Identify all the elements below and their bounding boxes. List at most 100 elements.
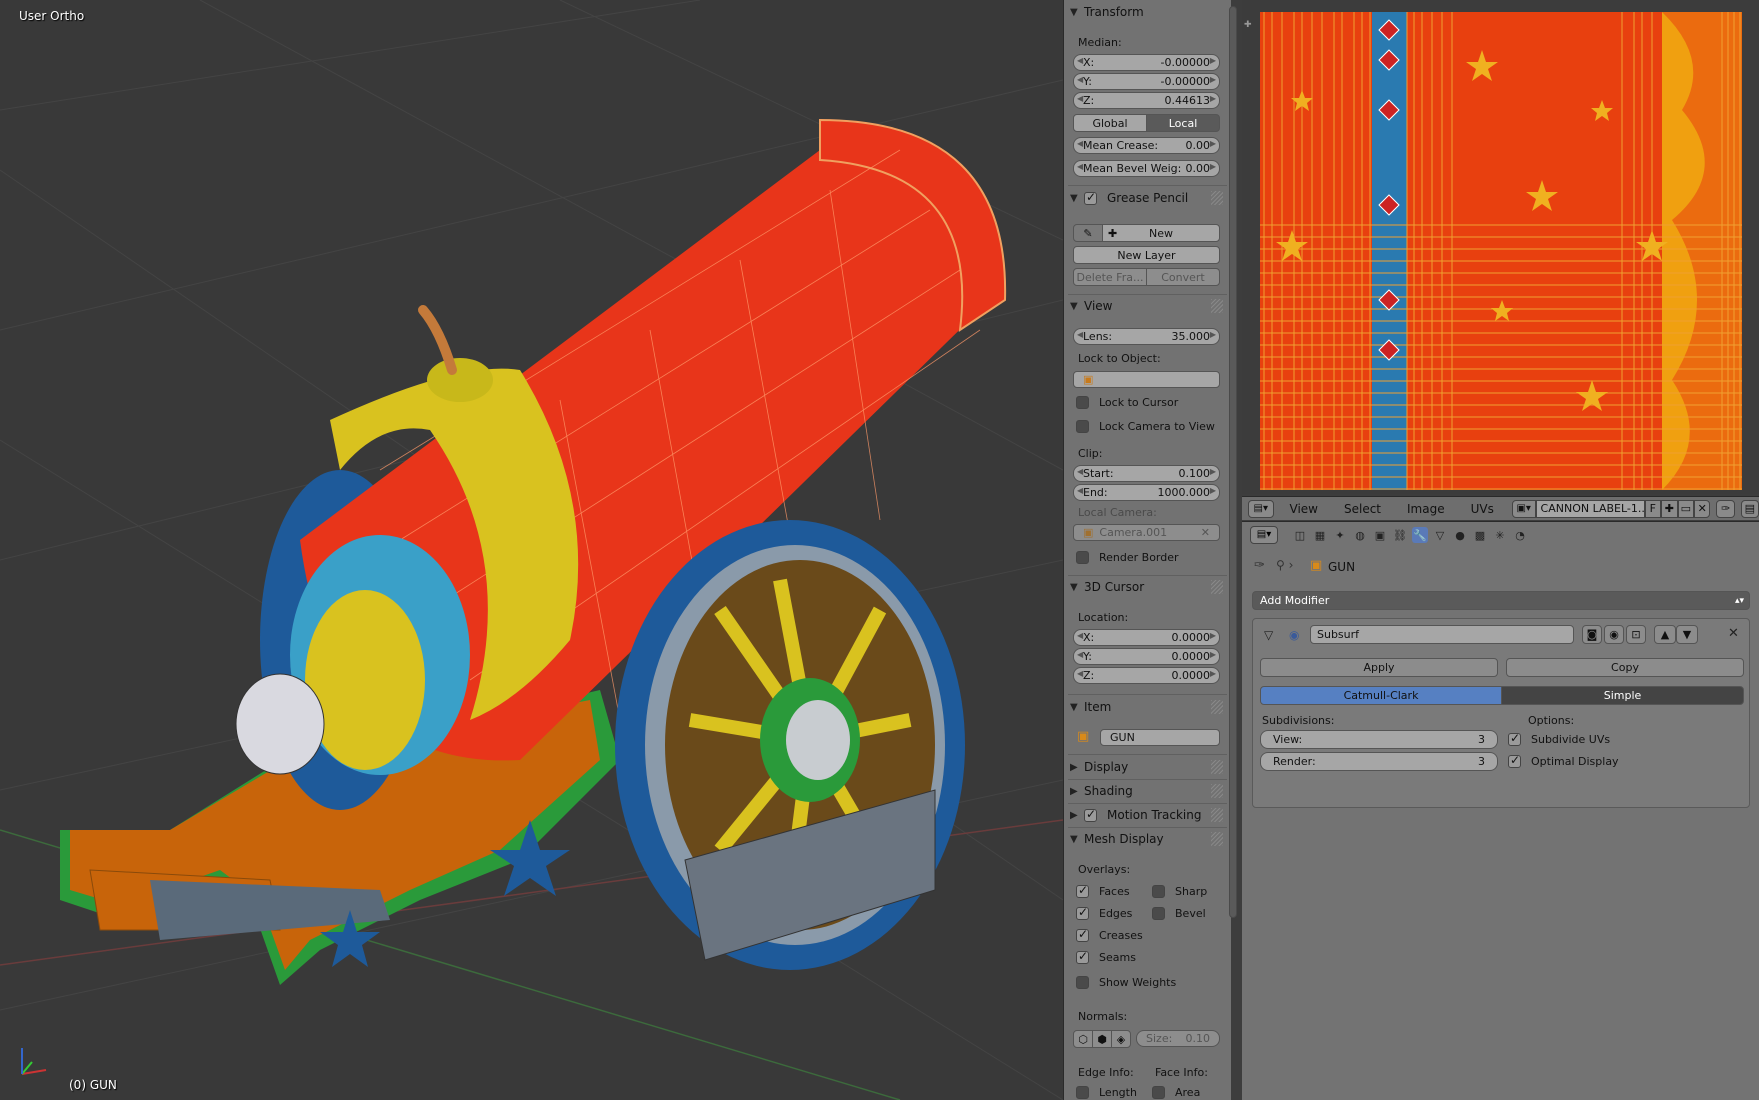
uv-texture[interactable] (1242, 0, 1759, 494)
sharp-checkbox[interactable]: Sharp (1152, 885, 1207, 898)
copy-button[interactable]: Copy (1506, 658, 1744, 677)
scene-tab-icon[interactable]: ✦ (1332, 527, 1348, 543)
render-border-checkbox[interactable]: Render Border (1076, 551, 1179, 564)
modifier-collapse-icon[interactable]: ▽ (1264, 628, 1273, 642)
render-slot-icon[interactable]: ▤ (1740, 499, 1759, 518)
simple-toggle[interactable]: Simple (1501, 686, 1744, 705)
shading-panel-header[interactable]: ▶ Shading (1070, 780, 1225, 802)
fake-user-button[interactable]: F (1644, 499, 1662, 518)
data-tab-icon[interactable]: ▽ (1432, 527, 1448, 543)
uv-menu-image[interactable]: Image (1407, 502, 1445, 516)
grease-pencil-checkbox[interactable] (1084, 190, 1097, 205)
panel-grip-icon[interactable] (1211, 580, 1223, 594)
add-modifier-dropdown[interactable]: Add Modifier ▴▾ (1252, 591, 1750, 610)
image-browse-icon[interactable]: ▣▾ (1511, 499, 1536, 518)
mesh-display-panel-header[interactable]: ▼ Mesh Display (1070, 828, 1225, 850)
motion-tracking-checkbox[interactable] (1084, 807, 1097, 822)
panel-grip-icon[interactable] (1211, 760, 1223, 774)
modifiers-tab-icon[interactable]: 🔧 (1412, 527, 1428, 543)
panel-grip-icon[interactable] (1211, 299, 1223, 313)
texture-tab-icon[interactable]: ▩ (1472, 527, 1488, 543)
seams-checkbox[interactable]: Seams (1076, 949, 1136, 964)
uv-menu-view[interactable]: View (1290, 502, 1318, 516)
subdivide-uvs-checkbox[interactable]: Subdivide UVs (1508, 731, 1610, 746)
view-panel-header[interactable]: ▼ View (1070, 295, 1225, 317)
constraints-tab-icon[interactable]: ⛓ (1392, 527, 1408, 543)
median-y-field[interactable]: ◀ Y: -0.00000 ▶ (1073, 73, 1220, 90)
optimal-display-checkbox[interactable]: Optimal Display (1508, 753, 1619, 768)
pin-image-icon[interactable]: ✑ (1716, 499, 1735, 518)
physics-tab-icon[interactable]: ◔ (1512, 527, 1528, 543)
subdiv-view-field[interactable]: View: 3 (1260, 730, 1498, 749)
material-tab-icon[interactable]: ● (1452, 527, 1468, 543)
editmode-toggle-icon[interactable]: ⊡ (1626, 625, 1646, 644)
panel-grip-icon[interactable] (1211, 191, 1223, 205)
particles-tab-icon[interactable]: ✳ (1492, 527, 1508, 543)
sidebar-scrollbar[interactable] (1229, 6, 1237, 918)
uv-resize-corner-icon[interactable]: ✚ (1244, 20, 1252, 30)
cannon-scene[interactable] (0, 0, 1063, 1100)
lock-object-field[interactable]: ▣ (1073, 371, 1220, 388)
creases-checkbox[interactable]: Creases (1076, 927, 1143, 942)
uv-image-editor[interactable]: ✚ (1242, 0, 1759, 494)
area-checkbox[interactable]: Area (1152, 1086, 1200, 1099)
panel-grip-icon[interactable] (1211, 700, 1223, 714)
clear-icon[interactable]: ✕ (1201, 526, 1210, 539)
motion-tracking-panel-header[interactable]: ▶ Motion Tracking (1070, 804, 1225, 826)
clip-start-field[interactable]: ◀ Start: 0.100 ▶ (1073, 465, 1220, 482)
transform-panel-header[interactable]: ▼ Transform (1070, 1, 1225, 23)
show-weights-checkbox[interactable]: Show Weights (1076, 976, 1176, 989)
cursor-panel-header[interactable]: ▼ 3D Cursor (1070, 576, 1225, 598)
loop-normals-icon[interactable]: ⬢ (1092, 1030, 1112, 1048)
render-toggle-icon[interactable]: ◙ (1582, 625, 1602, 644)
uv-menu-select[interactable]: Select (1344, 502, 1381, 516)
length-checkbox[interactable]: Length (1076, 1086, 1137, 1099)
item-name-field[interactable]: GUN (1100, 729, 1220, 746)
faces-checkbox[interactable]: Faces (1076, 883, 1130, 898)
normal-size-field[interactable]: Size: 0.10 (1136, 1030, 1220, 1047)
vertex-normals-icon[interactable]: ⬡ (1073, 1030, 1093, 1048)
grease-pencil-panel-header[interactable]: ▼ Grease Pencil (1070, 187, 1225, 209)
lock-camera-checkbox[interactable]: Lock Camera to View (1076, 420, 1215, 433)
cursor-x-field[interactable]: ◀ X: 0.0000 ▶ (1073, 629, 1220, 646)
bevel-checkbox[interactable]: Bevel (1152, 907, 1206, 920)
edges-checkbox[interactable]: Edges (1076, 905, 1132, 920)
new-layer-button[interactable]: New Layer (1073, 246, 1220, 264)
unlink-image-icon[interactable]: ✕ (1694, 499, 1711, 518)
image-name-field[interactable]: CANNON LABEL-1.... (1535, 499, 1645, 518)
editor-type-icon[interactable]: ▤▾ (1248, 499, 1274, 518)
render-layers-tab-icon[interactable]: ▦ (1312, 527, 1328, 543)
move-down-icon[interactable]: ▼ (1676, 625, 1698, 644)
new-image-icon[interactable]: ✚ (1661, 499, 1678, 518)
pencil-icon[interactable]: ✎ (1073, 224, 1103, 242)
new-grease-pencil-button[interactable]: ✚ New (1102, 224, 1220, 242)
convert-button[interactable]: Convert (1146, 268, 1220, 286)
panel-grip-icon[interactable] (1211, 832, 1223, 846)
mean-crease-field[interactable]: ◀ Mean Crease: 0.00 ▶ (1073, 137, 1220, 154)
clip-end-field[interactable]: ◀ End: 1000.000 ▶ (1073, 484, 1220, 501)
display-panel-header[interactable]: ▶ Display (1070, 756, 1225, 778)
viewport-toggle-icon[interactable]: ◉ (1604, 625, 1624, 644)
uv-menu-uvs[interactable]: UVs (1471, 502, 1494, 516)
object-tab-icon[interactable]: ▣ (1372, 527, 1388, 543)
world-tab-icon[interactable]: ◍ (1352, 527, 1368, 543)
lens-field[interactable]: ◀ Lens: 35.000 ▶ (1073, 328, 1220, 345)
open-image-icon[interactable]: ▭ (1677, 499, 1694, 518)
render-tab-icon[interactable]: ◫ (1292, 527, 1308, 543)
apply-button[interactable]: Apply (1260, 658, 1498, 677)
remove-modifier-icon[interactable]: ✕ (1728, 626, 1739, 641)
global-toggle[interactable]: Global (1073, 114, 1147, 132)
lock-cursor-checkbox[interactable]: Lock to Cursor (1076, 396, 1178, 409)
local-camera-field[interactable]: ▣ Camera.001 ✕ (1073, 524, 1220, 541)
subdiv-render-field[interactable]: Render: 3 (1260, 752, 1498, 771)
3d-viewport[interactable]: User Ortho (0) GUN (0, 0, 1063, 1100)
modifier-name-field[interactable]: Subsurf (1310, 625, 1574, 644)
panel-grip-icon[interactable] (1211, 784, 1223, 798)
local-toggle[interactable]: Local (1146, 114, 1220, 132)
median-x-field[interactable]: ◀ X: -0.00000 ▶ (1073, 54, 1220, 71)
median-z-field[interactable]: ◀ Z: 0.44613 ▶ (1073, 92, 1220, 109)
panel-grip-icon[interactable] (1211, 808, 1223, 822)
move-up-icon[interactable]: ▲ (1654, 625, 1676, 644)
props-editor-type-icon[interactable]: ▤▾ (1250, 526, 1278, 544)
delete-frame-button[interactable]: Delete Fra... (1073, 268, 1147, 286)
